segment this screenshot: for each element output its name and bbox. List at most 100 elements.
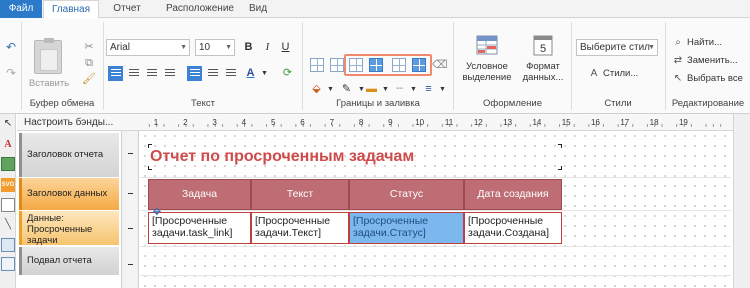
valign-bottom-button[interactable] <box>223 66 238 81</box>
pen-icon[interactable]: ✎ <box>339 82 354 97</box>
paste-button[interactable]: Вставить <box>26 36 72 96</box>
band-divider <box>140 210 731 211</box>
vertical-scrollbar[interactable] <box>733 114 750 288</box>
column-header[interactable]: Статус <box>349 179 464 210</box>
data-format-label-1: Формат <box>526 61 560 72</box>
font-size-select[interactable]: 10 ▼ <box>195 39 235 56</box>
find-button[interactable]: ⌕ Найти... <box>672 36 722 50</box>
divider <box>665 22 666 110</box>
ruler-number: 10 <box>415 118 424 127</box>
align-center-button[interactable] <box>126 66 141 81</box>
image-tool-icon[interactable] <box>1 157 15 171</box>
vertical-ruler <box>121 131 139 288</box>
conditional-format-button[interactable]: Условное выделение <box>457 32 517 83</box>
group-label-styles: Стили <box>604 98 632 109</box>
report-title[interactable]: Отчет по просроченным задачам <box>150 148 414 166</box>
cell-left-icon[interactable] <box>392 58 406 72</box>
band-list: Заголовок отчета Заголовок данных Данные… <box>17 131 119 288</box>
line-tool-icon[interactable]: ╲ <box>1 218 15 232</box>
line-style-icon[interactable]: ┈ <box>392 82 407 97</box>
fill-color-icon[interactable]: ⬙ <box>309 82 324 97</box>
data-cell-line: [Просроченные <box>468 215 544 227</box>
replace-button[interactable]: ⇄ Заменить... <box>672 54 738 68</box>
band-data-header[interactable]: Заголовок данных <box>19 178 119 210</box>
ruler-number: 19 <box>679 118 688 127</box>
ruler-number: 8 <box>359 118 364 127</box>
band-settings-button[interactable]: Настроить бэнды... <box>24 116 113 129</box>
chart-tool-icon[interactable] <box>1 257 15 271</box>
border-none-icon[interactable] <box>330 58 344 72</box>
svg-icon[interactable]: SVG <box>1 178 15 192</box>
ruler-mark <box>128 228 133 229</box>
undo-icon[interactable]: ↶ <box>4 40 18 54</box>
rectangle-tool-icon[interactable] <box>1 198 15 212</box>
font-family-select[interactable]: Arial ▼ <box>106 39 190 56</box>
chevron-down-icon[interactable]: ▼ <box>406 82 421 97</box>
chevron-down-icon[interactable]: ▼ <box>257 66 272 81</box>
align-right-button[interactable] <box>144 66 159 81</box>
cell-split-icon[interactable] <box>349 58 363 72</box>
style-select[interactable]: Выберите стил ▼ <box>576 39 658 56</box>
paste-label: Вставить <box>28 78 70 89</box>
font-color-icon[interactable]: A <box>243 66 258 81</box>
chevron-down-icon[interactable]: ▼ <box>435 82 450 97</box>
find-icon: ⌕ <box>675 37 681 48</box>
data-cell[interactable]: [Просроченные задачи.Текст] <box>251 212 349 244</box>
highlight-icon[interactable]: ⟳ <box>280 66 295 81</box>
ruler-number: 4 <box>242 118 247 127</box>
valign-middle-button[interactable] <box>205 66 220 81</box>
line-color-icon[interactable]: ▬ <box>364 82 379 97</box>
line-weight-icon[interactable]: ≡ <box>421 82 436 97</box>
border-all-icon[interactable] <box>310 58 324 72</box>
band-data[interactable]: Данные: Просроченные задачи <box>19 211 119 245</box>
select-all-button[interactable]: ↖ Выбрать все <box>672 72 743 86</box>
align-center-icon <box>128 68 139 78</box>
cell-right-icon[interactable] <box>412 58 426 72</box>
align-left-button[interactable] <box>108 66 123 81</box>
ruler-number: 6 <box>300 118 305 127</box>
pointer-icon[interactable]: ↖ <box>1 117 15 131</box>
tab-view[interactable]: Вид <box>246 0 270 18</box>
copy-icon[interactable]: ⧉ <box>82 56 96 70</box>
eraser-icon[interactable]: ⌫ <box>432 58 448 72</box>
data-cell-line: [Просроченные <box>152 215 228 227</box>
styles-button[interactable]: A Стили... <box>588 67 639 81</box>
align-justify-button[interactable] <box>162 66 177 81</box>
data-format-icon: 5 <box>530 32 556 58</box>
chevron-down-icon[interactable]: ▼ <box>378 82 393 97</box>
ruler-number: 9 <box>388 118 393 127</box>
group-label-clipboard: Буфер обмена <box>29 98 95 109</box>
band-report-header[interactable]: Заголовок отчета <box>19 133 119 177</box>
italic-icon[interactable]: I <box>260 40 275 55</box>
divider <box>453 22 454 110</box>
move-handle-icon[interactable]: ✥ <box>150 206 164 220</box>
format-painter-icon[interactable]: 🖌 <box>82 72 96 86</box>
toolbox: ↖ A SVG ╲ <box>0 114 16 288</box>
styles-label: Стили... <box>603 68 639 79</box>
bold-icon[interactable]: B <box>241 40 256 55</box>
cut-icon[interactable]: ✂ <box>82 40 96 54</box>
valign-top-button[interactable] <box>187 66 202 81</box>
group-label-design: Оформление <box>483 98 542 109</box>
chevron-down-icon[interactable]: ▼ <box>323 82 338 97</box>
divider <box>302 22 303 110</box>
data-format-button[interactable]: 5 Формат данных... <box>518 32 568 83</box>
redo-icon[interactable]: ↷ <box>4 66 18 80</box>
band-report-footer[interactable]: Подвал отчета <box>19 247 119 275</box>
tab-layout[interactable]: Расположение <box>156 0 244 18</box>
tab-file[interactable]: Файл <box>0 0 42 18</box>
ruler-mark <box>128 264 133 265</box>
data-cell-selected[interactable]: [Просроченные задачи.Статус] <box>349 212 464 244</box>
data-cell[interactable]: [Просроченные задачи.Создана] <box>464 212 562 244</box>
column-header[interactable]: Текст <box>251 179 349 210</box>
align-justify-icon <box>164 68 175 78</box>
table-tool-icon[interactable] <box>1 238 15 252</box>
column-header[interactable]: Дата создания <box>464 179 562 210</box>
cell-merge-icon[interactable] <box>369 58 383 72</box>
tab-report[interactable]: Отчет <box>104 0 150 18</box>
group-label-text: Текст <box>191 98 215 109</box>
ribbon: ↶ ↷ Вставить ✂ ⧉ 🖌 Буфер обмена Arial ▼ … <box>0 18 750 114</box>
underline-icon[interactable]: U <box>278 40 293 55</box>
tab-home[interactable]: Главная <box>43 0 99 19</box>
text-tool-icon[interactable]: A <box>1 138 15 152</box>
